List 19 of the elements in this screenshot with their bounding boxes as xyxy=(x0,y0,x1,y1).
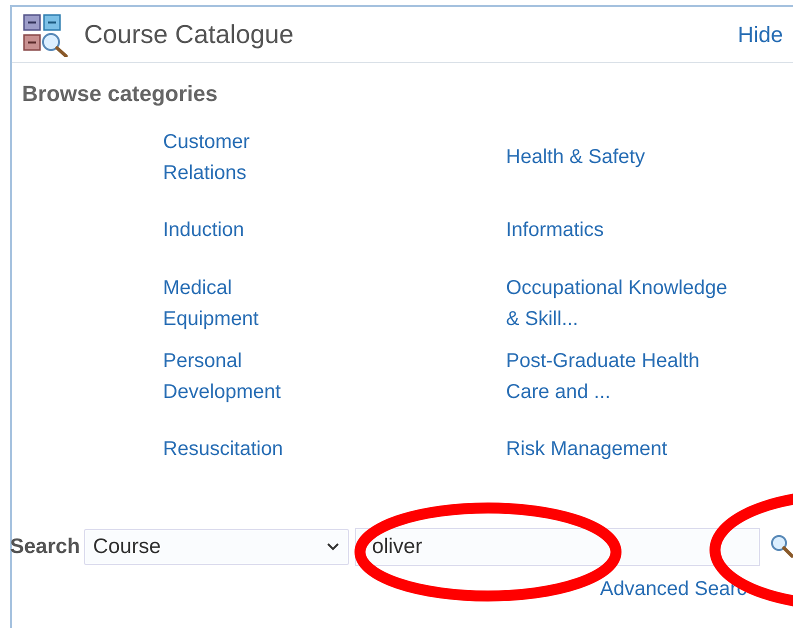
category-link[interactable]: Medical Equipment xyxy=(163,272,333,334)
hide-link[interactable]: Hide xyxy=(738,22,783,48)
category-link[interactable]: Informatics xyxy=(506,215,746,246)
category-link[interactable]: Occupational Knowledge & Skill... xyxy=(506,272,746,334)
search-label: Search xyxy=(10,535,80,559)
category-link[interactable]: Risk Management xyxy=(506,434,746,465)
scope-dropdown[interactable]: Course xyxy=(84,529,350,565)
category-link[interactable]: Induction xyxy=(163,215,333,246)
category-link[interactable]: Health & Safety xyxy=(506,142,746,173)
catalogue-icon xyxy=(22,12,70,56)
chevron-down-icon xyxy=(326,542,340,552)
search-field[interactable]: oliver xyxy=(355,528,760,566)
section-heading: Browse categories xyxy=(22,81,219,107)
category-link[interactable]: Post-Graduate Health Care and ... xyxy=(506,346,746,408)
category-link[interactable]: Customer Relations xyxy=(163,126,333,188)
category-link[interactable]: Personal Development xyxy=(163,346,333,408)
search-icon[interactable] xyxy=(770,534,793,560)
panel-title: Course Catalogue xyxy=(84,19,294,50)
category-link[interactable]: Resuscitation xyxy=(163,434,333,465)
